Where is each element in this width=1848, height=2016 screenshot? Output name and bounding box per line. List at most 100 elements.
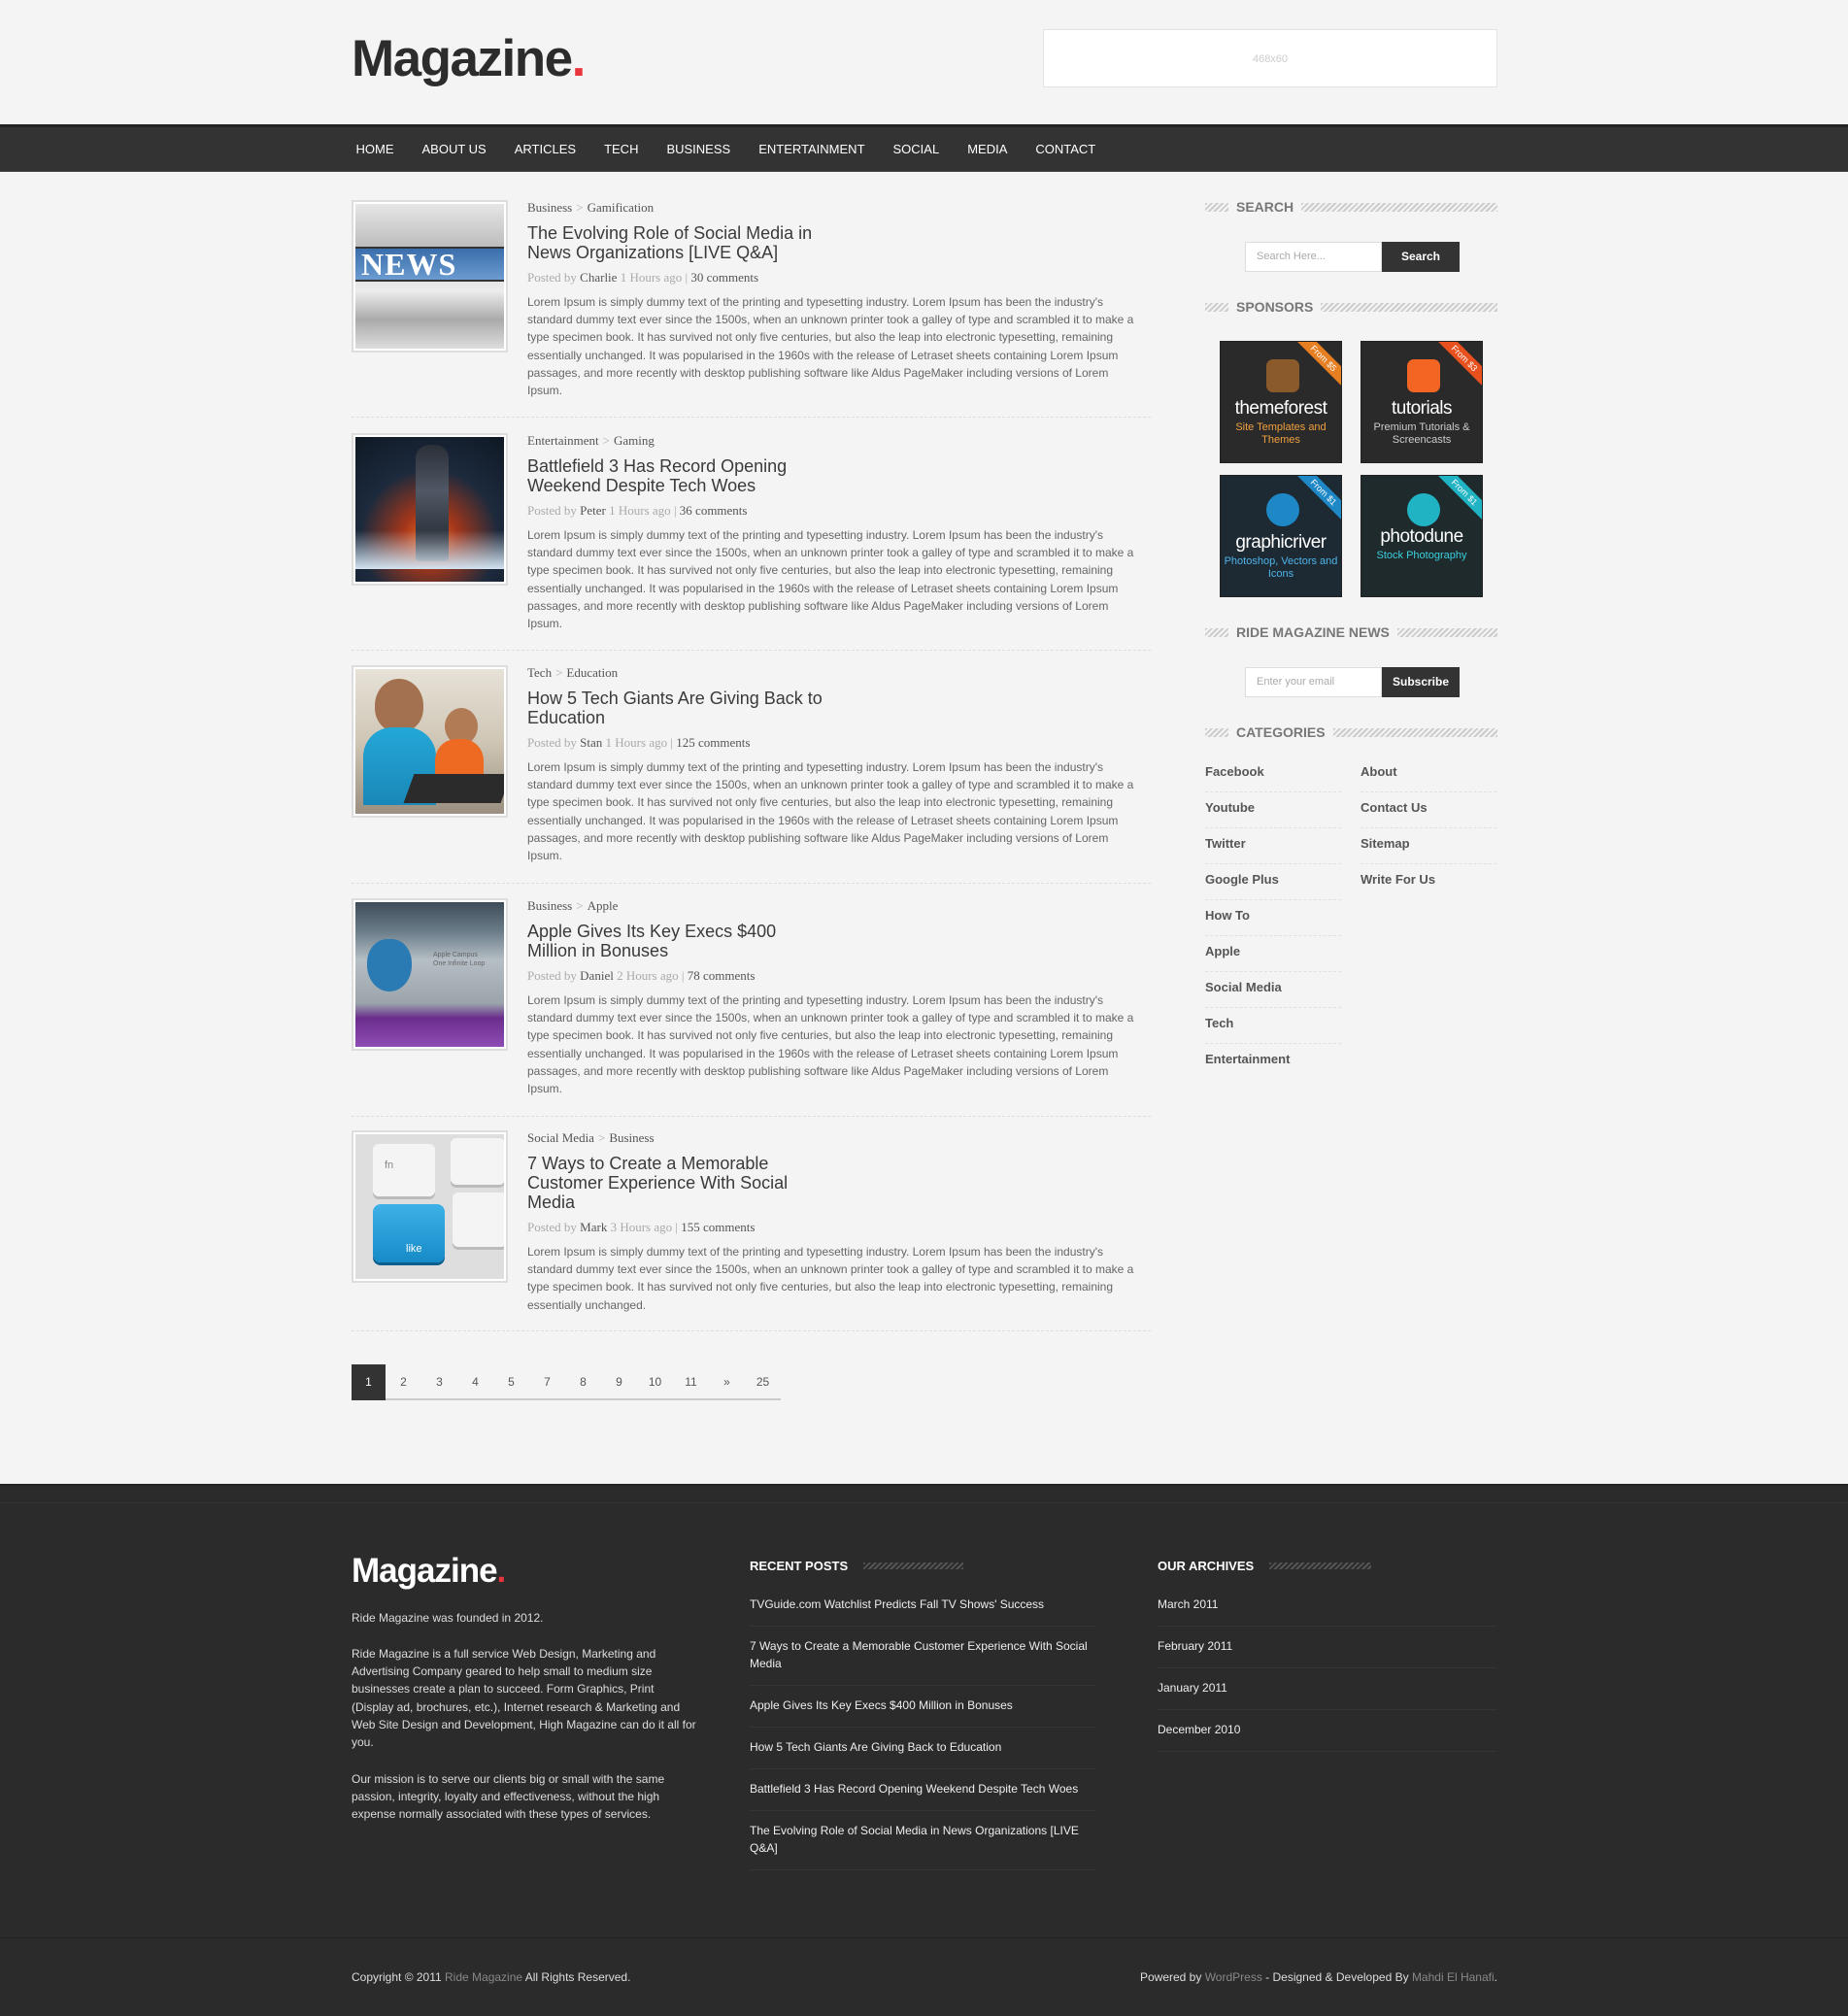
post-thumbnail[interactable]: NEWS [352, 200, 508, 353]
recent-post-link[interactable]: 7 Ways to Create a Memorable Customer Ex… [750, 1627, 1096, 1686]
post-thumbnail[interactable] [352, 665, 508, 818]
sponsor-themeforest[interactable]: From $5 themeforest Site Templates and T… [1220, 341, 1342, 463]
post-subcategory[interactable]: Business [609, 1130, 654, 1145]
archive-link[interactable]: March 2011 [1158, 1596, 1497, 1627]
post-title[interactable]: How 5 Tech Giants Are Giving Back to Edu… [527, 689, 828, 727]
page-link-last[interactable]: 25 [745, 1364, 781, 1400]
post-excerpt: Lorem Ipsum is simply dummy text of the … [527, 760, 1134, 863]
page-link-1[interactable]: 1 [352, 1364, 386, 1400]
page-link-4[interactable]: 4 [457, 1364, 493, 1400]
footer-logo[interactable]: Magazine. [352, 1552, 506, 1591]
posted-by-label: Posted by [527, 735, 577, 750]
post-category[interactable]: Social Media [527, 1130, 594, 1145]
category-link[interactable]: Sitemap [1361, 828, 1496, 864]
ad-banner[interactable]: 468x60 [1043, 29, 1497, 87]
category-link[interactable]: About [1361, 756, 1496, 792]
nav-entertainment[interactable]: ENTERTAINMENT [745, 127, 879, 172]
post-comments[interactable]: 36 comments [680, 503, 748, 518]
post-subcategory[interactable]: Gamification [588, 200, 655, 215]
recent-post-link[interactable]: Apple Gives Its Key Execs $400 Million i… [750, 1686, 1096, 1728]
category-link[interactable]: Entertainment [1205, 1044, 1341, 1080]
post-title[interactable]: Battlefield 3 Has Record Opening Weekend… [527, 456, 828, 495]
site-logo[interactable]: Magazine. [352, 29, 586, 88]
post-time: 1 Hours ago [620, 270, 683, 285]
nav-social[interactable]: SOCIAL [879, 127, 954, 172]
footer-about-3: Our mission is to serve our clients big … [352, 1772, 665, 1822]
post-thumbnail[interactable]: Apple Campus One Infinite Loop [352, 898, 508, 1051]
category-link[interactable]: Twitter [1205, 828, 1341, 864]
nav-business[interactable]: BUSINESS [653, 127, 745, 172]
category-link[interactable]: Social Media [1205, 972, 1341, 1008]
nav-articles[interactable]: ARTICLES [500, 127, 589, 172]
credits-text: Powered by WordPress - Designed & Develo… [1139, 1970, 1497, 1984]
search-button[interactable]: Search [1382, 242, 1460, 272]
page-link-5[interactable]: 5 [493, 1364, 529, 1400]
designer-link[interactable]: Mahdi El Hanafi [1412, 1970, 1495, 1984]
page-link-7[interactable]: 7 [529, 1364, 565, 1400]
graphicriver-icon [1266, 493, 1299, 526]
recent-post-link[interactable]: The Evolving Role of Social Media in New… [750, 1811, 1096, 1870]
nav-tech[interactable]: TECH [590, 127, 653, 172]
post-author[interactable]: Mark [580, 1220, 607, 1234]
category-link[interactable]: How To [1205, 900, 1341, 936]
post-author[interactable]: Charlie [580, 270, 617, 285]
post-author[interactable]: Daniel [580, 968, 614, 983]
nav-home[interactable]: HOME [342, 127, 408, 172]
page-link-3[interactable]: 3 [421, 1364, 457, 1400]
category-link[interactable]: Contact Us [1361, 792, 1496, 828]
wordpress-link[interactable]: WordPress [1205, 1970, 1262, 1984]
page-link-10[interactable]: 10 [637, 1364, 673, 1400]
post-subcategory[interactable]: Apple [588, 898, 619, 913]
post-category[interactable]: Business [527, 898, 572, 913]
category-link[interactable]: Google Plus [1205, 864, 1341, 900]
category-link[interactable]: Write For Us [1361, 864, 1496, 900]
post-category[interactable]: Business [527, 200, 572, 215]
nav-media[interactable]: MEDIA [954, 127, 1022, 172]
category-link[interactable]: Tech [1205, 1008, 1341, 1044]
post-title[interactable]: The Evolving Role of Social Media in New… [527, 223, 828, 262]
post-subcategory[interactable]: Education [566, 665, 618, 680]
sponsors-widget-title: SPONSORS [1205, 298, 1497, 316]
post-title[interactable]: 7 Ways to Create a Memorable Customer Ex… [527, 1154, 828, 1212]
post-author[interactable]: Peter [580, 503, 606, 518]
subscribe-button[interactable]: Subscribe [1382, 667, 1460, 697]
archive-link[interactable]: February 2011 [1158, 1627, 1497, 1668]
recent-post-link[interactable]: Battlefield 3 Has Record Opening Weekend… [750, 1769, 1096, 1811]
post-comments[interactable]: 78 comments [688, 968, 756, 983]
category-link[interactable]: Youtube [1205, 792, 1341, 828]
post-comments[interactable]: 30 comments [690, 270, 758, 285]
photodune-icon [1407, 493, 1440, 526]
copyright-site-link[interactable]: Ride Magazine [445, 1970, 522, 1984]
header: Magazine. 468x60 [0, 0, 1848, 124]
footer-divider [0, 1937, 1848, 1938]
post-category[interactable]: Entertainment [527, 433, 599, 448]
category-link[interactable]: Apple [1205, 936, 1341, 972]
search-form: Search Here... Search [1245, 242, 1460, 272]
sponsor-tutorials[interactable]: From $3 tutorials Premium Tutorials & Sc… [1361, 341, 1483, 463]
archive-link[interactable]: December 2010 [1158, 1710, 1497, 1752]
post-thumbnail[interactable]: fn like [352, 1130, 508, 1283]
category-link[interactable]: Facebook [1205, 756, 1341, 792]
sponsor-photodune[interactable]: From $1 photodune Stock Photography [1361, 475, 1483, 597]
recent-post-link[interactable]: How 5 Tech Giants Are Giving Back to Edu… [750, 1728, 1096, 1769]
sponsor-graphicriver[interactable]: From $1 graphicriver Photoshop, Vectors … [1220, 475, 1342, 597]
page-link-9[interactable]: 9 [601, 1364, 637, 1400]
post-category[interactable]: Tech [527, 665, 552, 680]
page-link-8[interactable]: 8 [565, 1364, 601, 1400]
page-link-11[interactable]: 11 [673, 1364, 709, 1400]
footer-about-2: Ride Magazine is a full service Web Desi… [352, 1647, 696, 1750]
post-subcategory[interactable]: Gaming [614, 433, 655, 448]
page-next-button[interactable]: » [709, 1364, 745, 1400]
nav-contact[interactable]: CONTACT [1022, 127, 1110, 172]
post-author[interactable]: Stan [580, 735, 602, 750]
post-comments[interactable]: 155 comments [681, 1220, 755, 1234]
post-thumbnail[interactable] [352, 433, 508, 586]
page-link-2[interactable]: 2 [386, 1364, 421, 1400]
recent-post-link[interactable]: TVGuide.com Watchlist Predicts Fall TV S… [750, 1596, 1096, 1627]
email-input[interactable]: Enter your email [1245, 667, 1382, 697]
post-title[interactable]: Apple Gives Its Key Execs $400 Million i… [527, 922, 828, 960]
search-input[interactable]: Search Here... [1245, 242, 1382, 272]
archive-link[interactable]: January 2011 [1158, 1668, 1497, 1710]
nav-about-us[interactable]: ABOUT US [408, 127, 500, 172]
post-comments[interactable]: 125 comments [676, 735, 750, 750]
